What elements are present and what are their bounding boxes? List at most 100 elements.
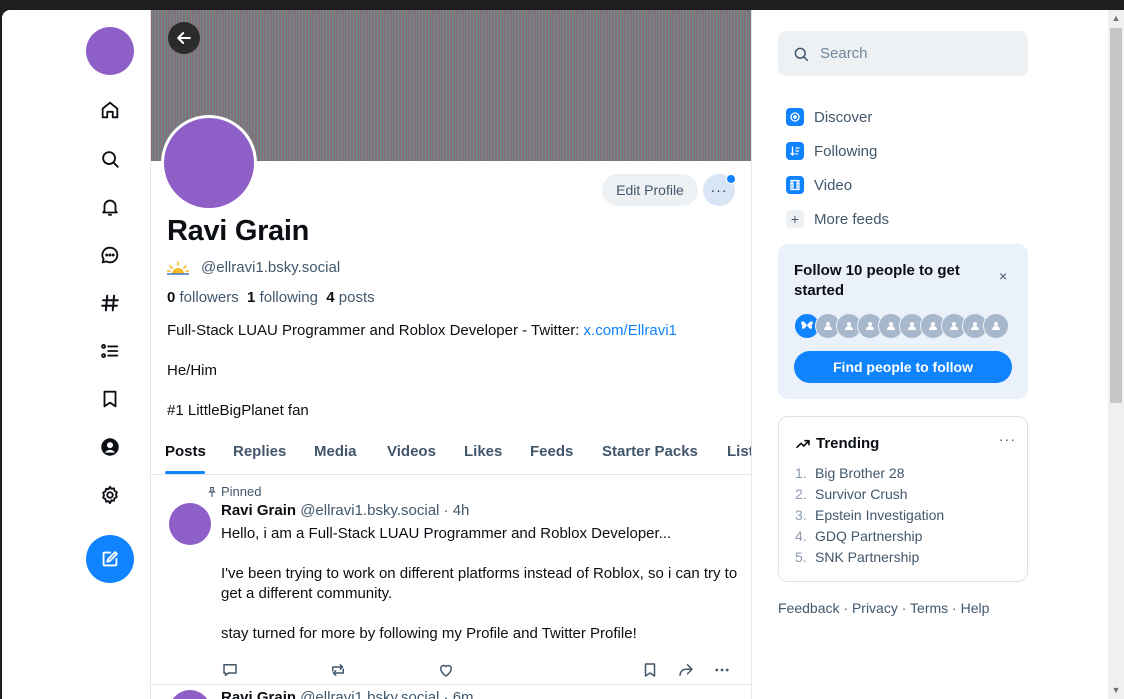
profile-handle: @ellravi1.bsky.social <box>201 259 341 276</box>
feeds-list: Discover Following Video + More feeds <box>786 100 889 236</box>
find-people-button[interactable]: Find people to follow <box>794 351 1012 383</box>
tab-lists[interactable]: List <box>727 443 751 460</box>
follow-suggestions-card: Follow 10 people to get started × Find p… <box>778 244 1028 399</box>
trending-title-text: Trending <box>816 435 880 452</box>
notification-dot <box>726 174 736 184</box>
feed-discover[interactable]: Discover <box>786 100 889 134</box>
tab-replies[interactable]: Replies <box>233 443 286 460</box>
reply-icon[interactable] <box>221 661 239 679</box>
feed-following[interactable]: Following <box>786 134 889 168</box>
tab-likes[interactable]: Likes <box>464 443 502 460</box>
my-avatar[interactable] <box>86 27 134 75</box>
scroll-down-arrow-icon[interactable]: ▼ <box>1110 684 1122 696</box>
back-button[interactable] <box>168 22 200 54</box>
trend-rank: 3. <box>795 507 807 523</box>
footer-feedback-link[interactable]: Feedback <box>778 600 839 616</box>
footer-terms-link[interactable]: Terms <box>910 600 948 616</box>
bookmark-icon[interactable] <box>98 387 122 411</box>
tab-feeds[interactable]: Feeds <box>530 443 573 460</box>
following-count: 1 <box>247 289 256 306</box>
tab-videos[interactable]: Videos <box>387 443 436 460</box>
discover-icon <box>786 108 804 126</box>
footer-privacy-link[interactable]: Privacy <box>852 600 898 616</box>
feed-video[interactable]: Video <box>786 168 889 202</box>
post-avatar[interactable] <box>169 503 211 545</box>
footer-links: Feedback · Privacy · Terms · Help <box>778 600 990 616</box>
post-author[interactable]: Ravi Grain <box>221 689 296 699</box>
chat-icon[interactable] <box>98 243 122 267</box>
trending-more-icon[interactable]: ··· <box>999 431 1016 447</box>
display-name: Ravi Grain <box>167 215 310 247</box>
trend-rank: 4. <box>795 528 807 544</box>
trend-topic: Survivor Crush <box>815 486 908 502</box>
following-label: following <box>259 289 318 306</box>
settings-gear-icon[interactable] <box>98 483 122 507</box>
following-sort-icon <box>786 142 804 160</box>
share-icon[interactable] <box>677 661 695 679</box>
trending-item[interactable]: 4. GDQ Partnership <box>795 528 944 549</box>
post-header: Ravi Grain @ellravi1.bsky.social · 6m <box>221 689 474 699</box>
active-tab-indicator <box>165 471 205 474</box>
app-window: Edit Profile ··· Ravi Grain @ellravi1.bs… <box>2 10 1108 699</box>
feed-label: More feeds <box>814 210 890 228</box>
feed-more[interactable]: + More feeds <box>786 202 889 236</box>
post-handle-time: @ellravi1.bsky.social · 6m <box>300 689 474 699</box>
sunrise-emoji-icon <box>167 260 189 275</box>
trending-item[interactable]: 3. Epstein Investigation <box>795 507 944 528</box>
feed-label: Following <box>814 142 878 160</box>
search-placeholder: Search <box>820 45 868 62</box>
profile-bio: Full-Stack LUAU Programmer and Roblox De… <box>167 321 737 441</box>
trending-item[interactable]: 1. Big Brother 28 <box>795 465 944 486</box>
pin-icon <box>208 486 216 497</box>
post-author[interactable]: Ravi Grain <box>221 502 296 519</box>
profile-avatar[interactable] <box>161 115 257 211</box>
profile-icon[interactable] <box>98 435 122 459</box>
search-icon <box>794 47 809 61</box>
arrow-left-icon <box>177 32 191 44</box>
scroll-up-arrow-icon[interactable]: ▲ <box>1110 12 1122 24</box>
search-icon[interactable] <box>98 147 122 171</box>
post-more-icon[interactable] <box>713 661 731 679</box>
footer-help-link[interactable]: Help <box>961 600 990 616</box>
post-paragraph: I've been trying to work on different pl… <box>221 565 738 602</box>
trending-card: Trending ··· 1. Big Brother 28 2. Survivor… <box>778 416 1028 582</box>
close-icon[interactable]: × <box>999 268 1007 284</box>
trend-rank: 1. <box>795 465 807 481</box>
trending-item[interactable]: 2. Survivor Crush <box>795 486 944 507</box>
lists-icon[interactable] <box>98 339 122 363</box>
trending-list: 1. Big Brother 28 2. Survivor Crush 3. Epst… <box>795 465 944 570</box>
post-handle-time: @ellravi1.bsky.social · 4h <box>300 502 470 519</box>
scrollbar-thumb[interactable] <box>1110 28 1122 403</box>
plus-icon: + <box>786 210 804 228</box>
trend-topic: Big Brother 28 <box>815 465 905 481</box>
bio-fan-line: #1 LittleBigPlanet fan <box>167 402 309 419</box>
search-input[interactable]: Search <box>778 31 1028 76</box>
handle-row: @ellravi1.bsky.social <box>167 259 340 276</box>
tab-starter-packs[interactable]: Starter Packs <box>602 443 698 460</box>
trending-item[interactable]: 5. SNK Partnership <box>795 549 944 570</box>
bookmark-post-icon[interactable] <box>641 661 659 679</box>
post-header: Ravi Grain @ellravi1.bsky.social · 4h <box>221 502 469 519</box>
edit-profile-button[interactable]: Edit Profile <box>602 174 698 206</box>
bio-pronouns: He/Him <box>167 362 218 379</box>
repost-icon[interactable] <box>329 661 347 679</box>
compose-button[interactable] <box>86 535 134 583</box>
trend-rank: 2. <box>795 486 807 502</box>
post-avatar[interactable] <box>169 690 211 699</box>
hashtag-icon[interactable] <box>98 291 122 315</box>
like-heart-icon[interactable] <box>437 661 455 679</box>
bell-icon[interactable] <box>98 195 122 219</box>
posts-label: posts <box>338 289 375 306</box>
trending-arrow-icon <box>796 439 810 448</box>
followers-stat[interactable]: 0 followers <box>167 289 239 306</box>
following-stat[interactable]: 1 following <box>247 289 318 306</box>
tab-media[interactable]: Media <box>314 443 357 460</box>
tab-posts[interactable]: Posts <box>165 443 206 460</box>
trend-topic: SNK Partnership <box>815 549 920 565</box>
home-icon[interactable] <box>98 98 122 122</box>
follow-card-title: Follow 10 people to get started <box>794 262 960 299</box>
compose-pencil-icon <box>102 551 118 567</box>
trending-title: Trending <box>795 435 879 452</box>
pinned-post[interactable]: Pinned Ravi Grain @ellravi1.bsky.social … <box>151 475 751 685</box>
bio-link[interactable]: x.com/Ellravi1 <box>584 322 677 339</box>
